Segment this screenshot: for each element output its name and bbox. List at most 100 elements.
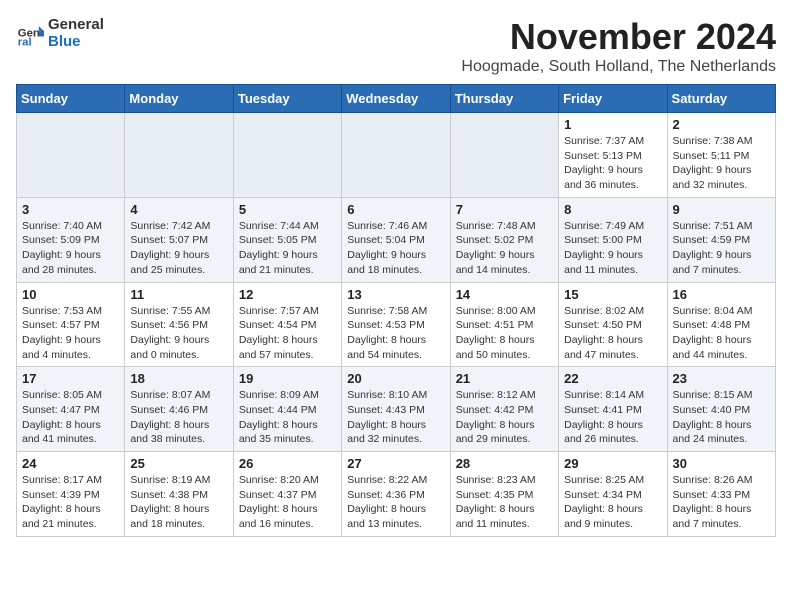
calendar-cell: 22Sunrise: 8:14 AMSunset: 4:41 PMDayligh… <box>559 367 667 452</box>
calendar-cell: 18Sunrise: 8:07 AMSunset: 4:46 PMDayligh… <box>125 367 233 452</box>
day-info: Sunrise: 8:20 AMSunset: 4:37 PMDaylight:… <box>239 473 336 532</box>
day-number: 8 <box>564 202 661 217</box>
calendar-week-5: 24 Sunrise: 8:17 AMSunset: 4:39 PMDayligh… <box>17 452 776 537</box>
day-number: 16 <box>673 287 770 302</box>
day-number: 3 <box>22 202 119 217</box>
weekday-header-thursday: Thursday <box>450 85 558 113</box>
day-number: 25 <box>130 456 227 471</box>
day-info: Sunrise: 8:15 AMSunset: 4:40 PMDaylight:… <box>673 388 770 447</box>
calendar-cell: 6 Sunrise: 7:46 AMSunset: 5:04 PMDaylight… <box>342 197 450 282</box>
calendar-cell: 19Sunrise: 8:09 AMSunset: 4:44 PMDayligh… <box>233 367 341 452</box>
day-number: 29 <box>564 456 661 471</box>
day-number: 7 <box>456 202 553 217</box>
day-info: Sunrise: 7:49 AMSunset: 5:00 PMDaylight:… <box>564 219 661 278</box>
day-info: Sunrise: 7:48 AMSunset: 5:02 PMDaylight:… <box>456 219 553 278</box>
calendar-cell: 28 Sunrise: 8:23 AMSunset: 4:35 PMDayligh… <box>450 452 558 537</box>
day-info: Sunrise: 7:46 AMSunset: 5:04 PMDaylight:… <box>347 219 444 278</box>
calendar-cell: 4 Sunrise: 7:42 AMSunset: 5:07 PMDaylight… <box>125 197 233 282</box>
day-number: 19 <box>239 371 336 386</box>
calendar-cell: 8 Sunrise: 7:49 AMSunset: 5:00 PMDaylight… <box>559 197 667 282</box>
svg-text:ral: ral <box>18 36 32 47</box>
day-info: Sunrise: 7:37 AMSunset: 5:13 PMDaylight:… <box>564 134 661 193</box>
calendar-cell <box>125 113 233 198</box>
day-number: 27 <box>347 456 444 471</box>
day-info: Sunrise: 7:42 AMSunset: 5:07 PMDaylight:… <box>130 219 227 278</box>
calendar-cell: 17 Sunrise: 8:05 AMSunset: 4:47 PMDayligh… <box>17 367 125 452</box>
page-header: Gene ral General Blue November 2024 Hoog… <box>16 16 776 76</box>
weekday-header-wednesday: Wednesday <box>342 85 450 113</box>
day-info: Sunrise: 7:40 AMSunset: 5:09 PMDaylight:… <box>22 219 119 278</box>
calendar-week-3: 10 Sunrise: 7:53 AMSunset: 4:57 PMDayligh… <box>17 282 776 367</box>
day-info: Sunrise: 8:26 AMSunset: 4:33 PMDaylight:… <box>673 473 770 532</box>
day-info: Sunrise: 8:22 AMSunset: 4:36 PMDaylight:… <box>347 473 444 532</box>
day-number: 24 <box>22 456 119 471</box>
day-number: 5 <box>239 202 336 217</box>
day-number: 18 <box>130 371 227 386</box>
calendar-week-1: 1Sunrise: 7:37 AMSunset: 5:13 PMDaylight… <box>17 113 776 198</box>
calendar-cell: 10 Sunrise: 7:53 AMSunset: 4:57 PMDayligh… <box>17 282 125 367</box>
day-number: 17 <box>22 371 119 386</box>
calendar-cell: 23 Sunrise: 8:15 AMSunset: 4:40 PMDayligh… <box>667 367 775 452</box>
day-number: 13 <box>347 287 444 302</box>
day-info: Sunrise: 7:38 AMSunset: 5:11 PMDaylight:… <box>673 134 770 193</box>
day-number: 11 <box>130 287 227 302</box>
calendar-cell: 11 Sunrise: 7:55 AMSunset: 4:56 PMDayligh… <box>125 282 233 367</box>
day-info: Sunrise: 8:00 AMSunset: 4:51 PMDaylight:… <box>456 304 553 363</box>
day-info: Sunrise: 8:02 AMSunset: 4:50 PMDaylight:… <box>564 304 661 363</box>
calendar-cell: 3 Sunrise: 7:40 AMSunset: 5:09 PMDaylight… <box>17 197 125 282</box>
day-info: Sunrise: 8:19 AMSunset: 4:38 PMDaylight:… <box>130 473 227 532</box>
logo-text-general: General <box>48 16 104 33</box>
day-info: Sunrise: 8:12 AMSunset: 4:42 PMDaylight:… <box>456 388 553 447</box>
day-number: 26 <box>239 456 336 471</box>
calendar-cell: 24 Sunrise: 8:17 AMSunset: 4:39 PMDayligh… <box>17 452 125 537</box>
day-number: 2 <box>673 117 770 132</box>
calendar-week-2: 3 Sunrise: 7:40 AMSunset: 5:09 PMDaylight… <box>17 197 776 282</box>
day-info: Sunrise: 7:53 AMSunset: 4:57 PMDaylight:… <box>22 304 119 363</box>
day-info: Sunrise: 8:23 AMSunset: 4:35 PMDaylight:… <box>456 473 553 532</box>
day-number: 12 <box>239 287 336 302</box>
day-info: Sunrise: 8:10 AMSunset: 4:43 PMDaylight:… <box>347 388 444 447</box>
day-number: 28 <box>456 456 553 471</box>
day-number: 6 <box>347 202 444 217</box>
location-title: Hoogmade, South Holland, The Netherlands <box>461 58 776 76</box>
calendar-cell: 26 Sunrise: 8:20 AMSunset: 4:37 PMDayligh… <box>233 452 341 537</box>
calendar-cell <box>17 113 125 198</box>
weekday-header-sunday: Sunday <box>17 85 125 113</box>
day-info: Sunrise: 7:51 AMSunset: 4:59 PMDaylight:… <box>673 219 770 278</box>
day-number: 9 <box>673 202 770 217</box>
logo-text-blue: Blue <box>48 33 104 50</box>
logo: Gene ral General Blue <box>16 16 104 50</box>
day-info: Sunrise: 7:44 AMSunset: 5:05 PMDaylight:… <box>239 219 336 278</box>
calendar-week-4: 17 Sunrise: 8:05 AMSunset: 4:47 PMDayligh… <box>17 367 776 452</box>
calendar-cell: 5 Sunrise: 7:44 AMSunset: 5:05 PMDaylight… <box>233 197 341 282</box>
day-info: Sunrise: 7:57 AMSunset: 4:54 PMDaylight:… <box>239 304 336 363</box>
day-number: 21 <box>456 371 553 386</box>
calendar-cell: 30 Sunrise: 8:26 AMSunset: 4:33 PMDayligh… <box>667 452 775 537</box>
day-info: Sunrise: 7:55 AMSunset: 4:56 PMDaylight:… <box>130 304 227 363</box>
calendar-cell: 7 Sunrise: 7:48 AMSunset: 5:02 PMDaylight… <box>450 197 558 282</box>
calendar-table: SundayMondayTuesdayWednesdayThursdayFrid… <box>16 84 776 537</box>
calendar-cell: 1Sunrise: 7:37 AMSunset: 5:13 PMDaylight… <box>559 113 667 198</box>
weekday-header-friday: Friday <box>559 85 667 113</box>
day-number: 10 <box>22 287 119 302</box>
day-info: Sunrise: 7:58 AMSunset: 4:53 PMDaylight:… <box>347 304 444 363</box>
calendar-cell <box>233 113 341 198</box>
calendar-cell: 29Sunrise: 8:25 AMSunset: 4:34 PMDayligh… <box>559 452 667 537</box>
day-info: Sunrise: 8:17 AMSunset: 4:39 PMDaylight:… <box>22 473 119 532</box>
calendar-cell <box>450 113 558 198</box>
weekday-header-tuesday: Tuesday <box>233 85 341 113</box>
day-info: Sunrise: 8:04 AMSunset: 4:48 PMDaylight:… <box>673 304 770 363</box>
calendar-cell: 25 Sunrise: 8:19 AMSunset: 4:38 PMDayligh… <box>125 452 233 537</box>
day-number: 30 <box>673 456 770 471</box>
weekday-header-row: SundayMondayTuesdayWednesdayThursdayFrid… <box>17 85 776 113</box>
calendar-cell: 21 Sunrise: 8:12 AMSunset: 4:42 PMDayligh… <box>450 367 558 452</box>
day-number: 4 <box>130 202 227 217</box>
day-number: 15 <box>564 287 661 302</box>
day-info: Sunrise: 8:05 AMSunset: 4:47 PMDaylight:… <box>22 388 119 447</box>
calendar-cell: 16 Sunrise: 8:04 AMSunset: 4:48 PMDayligh… <box>667 282 775 367</box>
calendar-cell: 20Sunrise: 8:10 AMSunset: 4:43 PMDayligh… <box>342 367 450 452</box>
calendar-cell: 12 Sunrise: 7:57 AMSunset: 4:54 PMDayligh… <box>233 282 341 367</box>
title-area: November 2024 Hoogmade, South Holland, T… <box>461 16 776 76</box>
weekday-header-saturday: Saturday <box>667 85 775 113</box>
day-number: 23 <box>673 371 770 386</box>
